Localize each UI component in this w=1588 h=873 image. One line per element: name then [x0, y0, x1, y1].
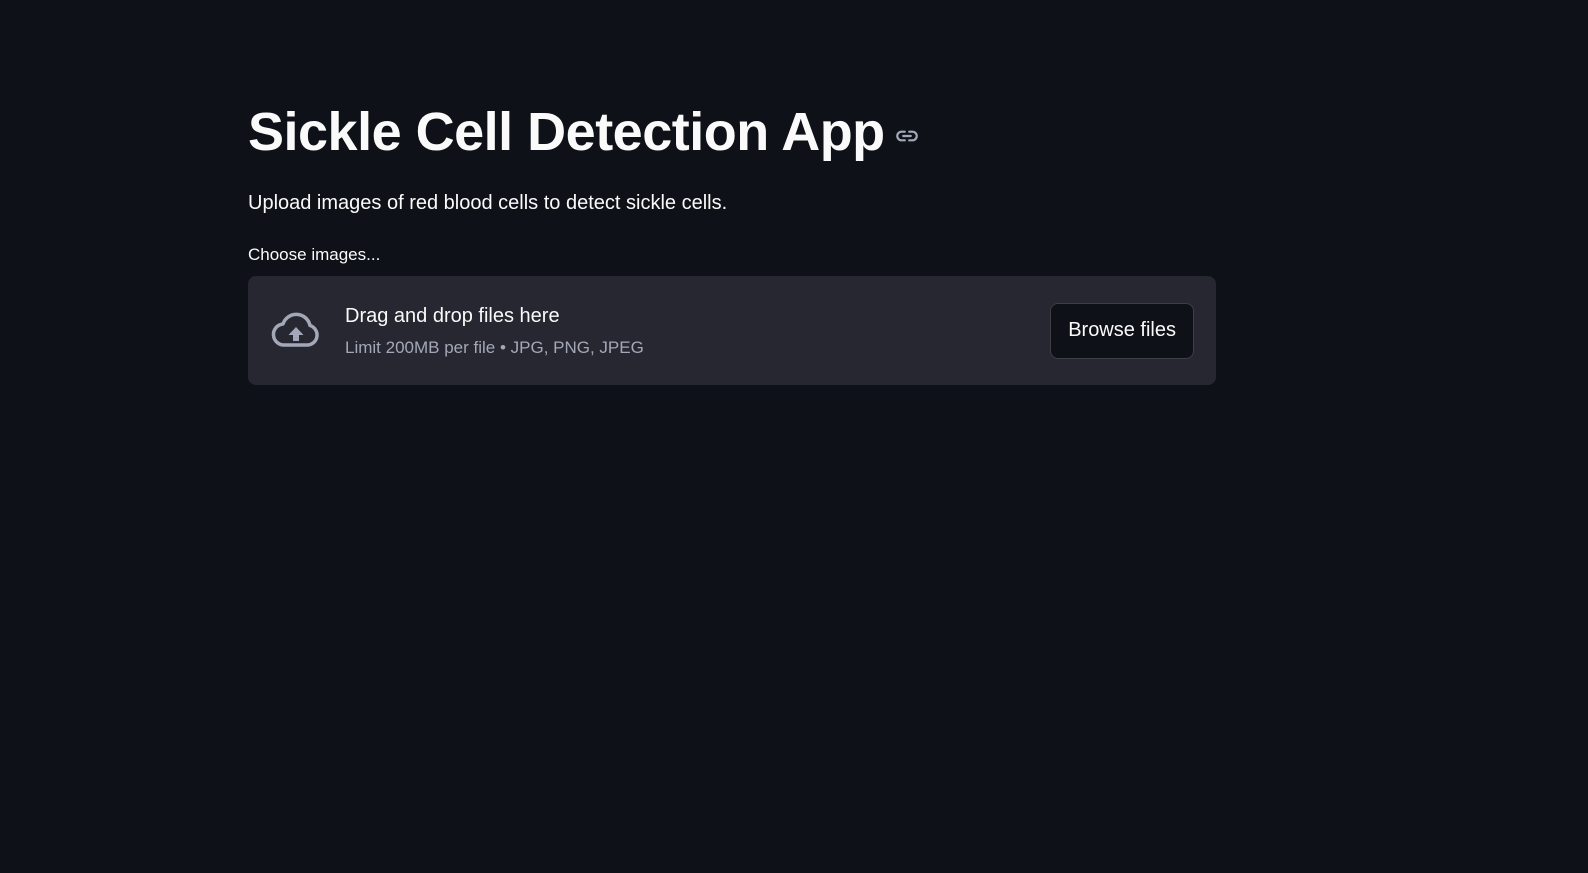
dropzone-instructions: Drag and drop files here: [345, 304, 560, 327]
cloud-upload-icon: [270, 305, 322, 357]
title-row: Sickle Cell Detection App: [248, 96, 1216, 168]
file-uploader: Choose images... Drag and drop files her…: [248, 242, 1216, 385]
browse-files-button[interactable]: Browse files: [1050, 302, 1194, 359]
dropzone-limits: Limit 200MB per file • JPG, PNG, JPEG: [345, 337, 644, 357]
link-icon[interactable]: [893, 122, 921, 150]
app-container: Sickle Cell Detection App Upload images …: [0, 0, 1588, 873]
file-dropzone[interactable]: Drag and drop files here Limit 200MB per…: [248, 276, 1216, 385]
uploader-label: Choose images...: [248, 245, 381, 264]
page-description: Upload images of red blood cells to dete…: [248, 192, 728, 214]
dropzone-text: Drag and drop files here Limit 200MB per…: [345, 302, 1050, 360]
main-content: Sickle Cell Detection App Upload images …: [248, 96, 1216, 385]
page-title: Sickle Cell Detection App: [248, 102, 885, 162]
